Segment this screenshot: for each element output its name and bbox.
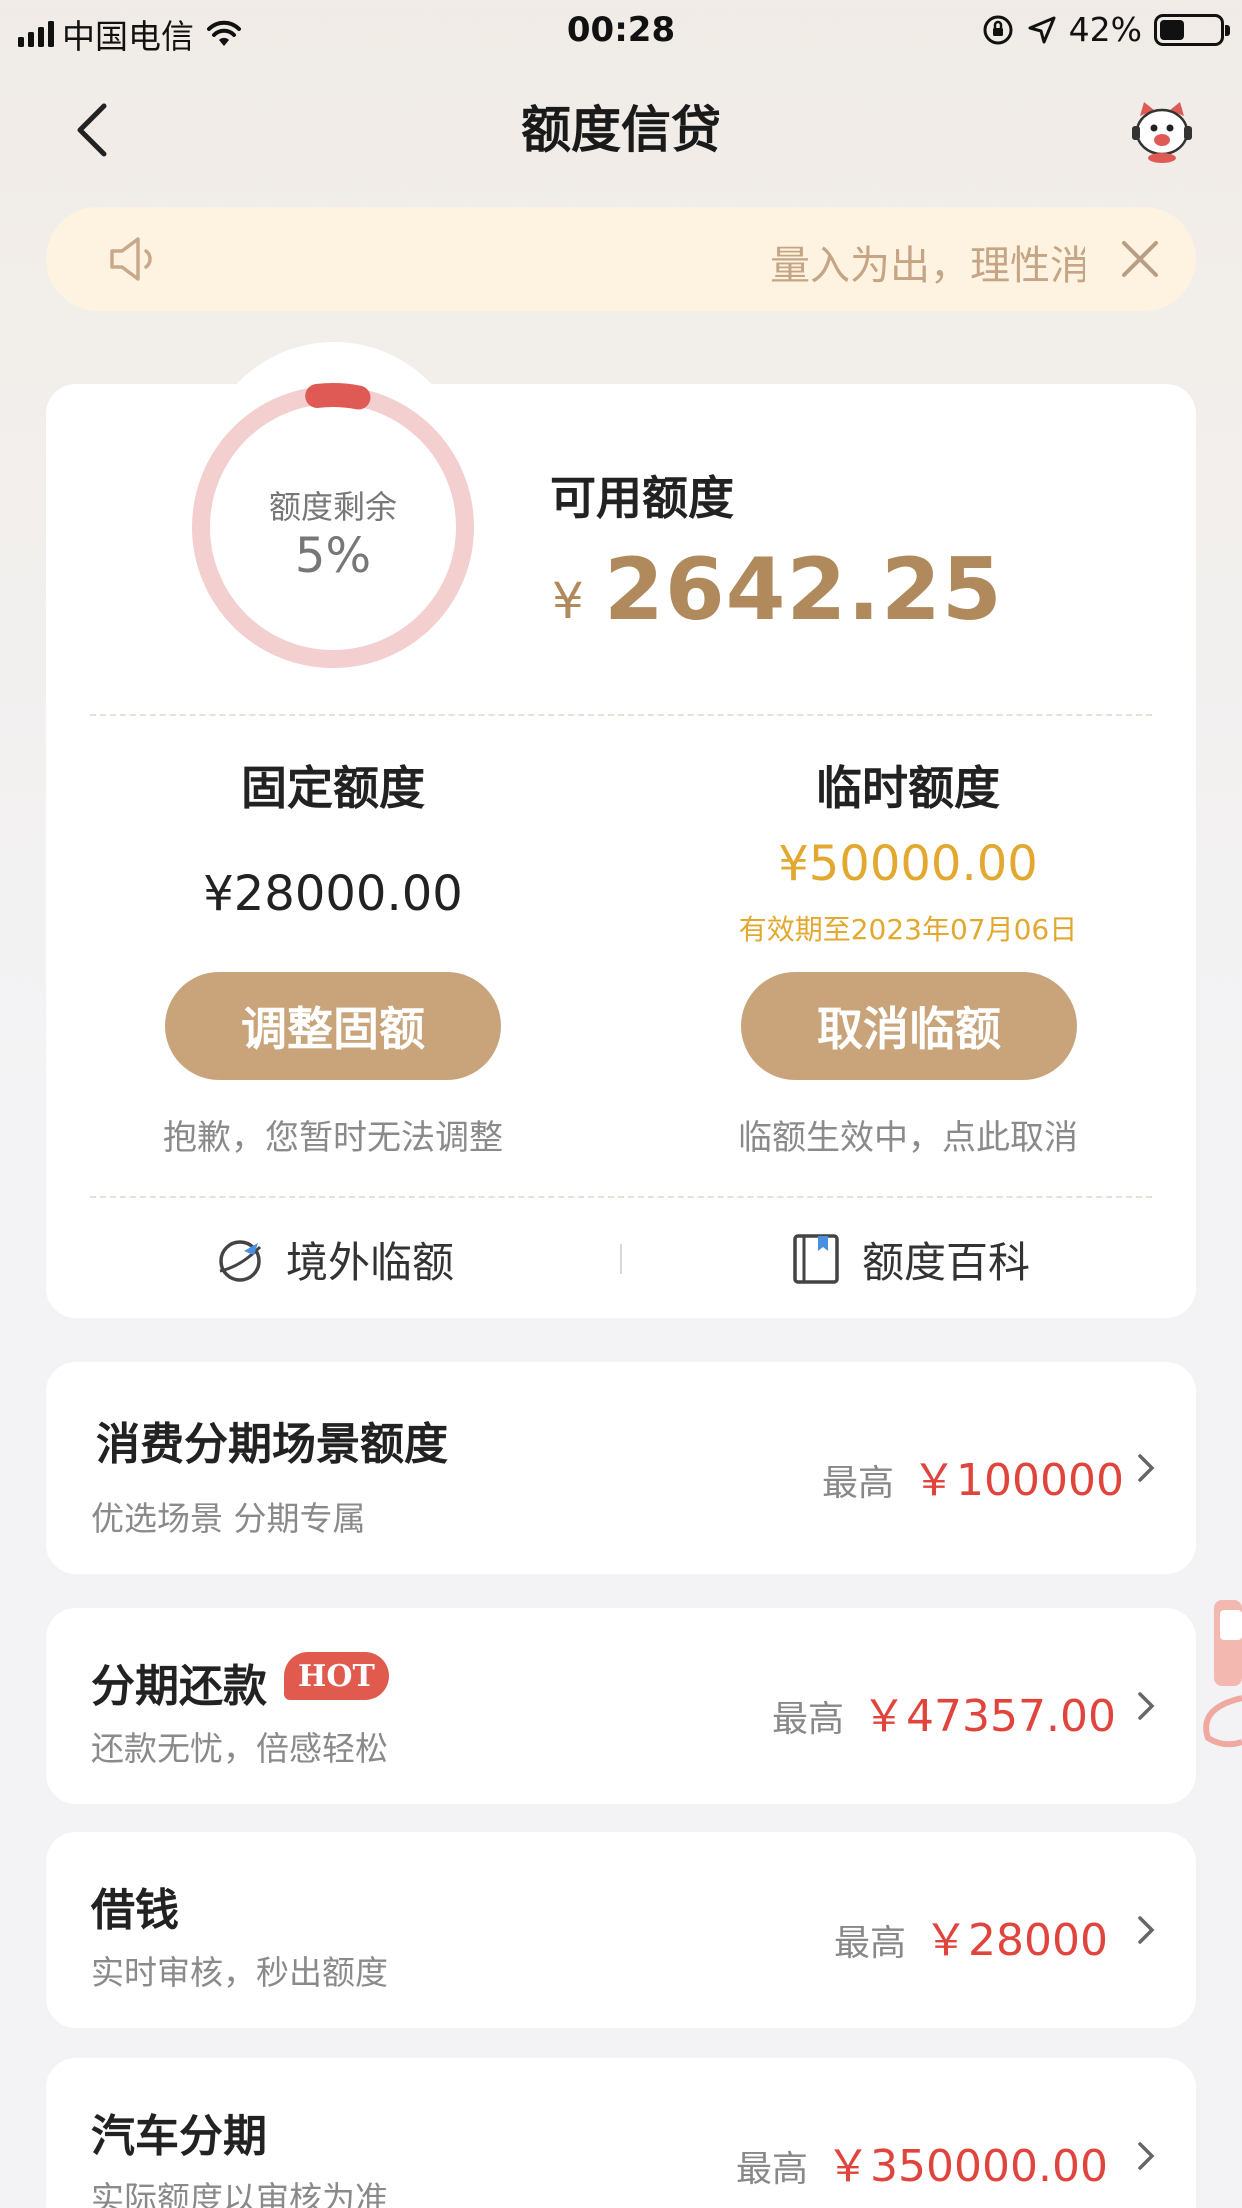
globe-plane-icon (219, 1240, 262, 1282)
battery-fill (1160, 19, 1185, 40)
divider-bottom (90, 1196, 1152, 1198)
overseas-temp-credit-link[interactable]: 境外临额 (214, 1226, 454, 1292)
list-item-car-installment[interactable]: 汽车分期 实际额度以审核为准 最高 ￥350000.00 (46, 2058, 1196, 2208)
ring-progress (305, 383, 371, 410)
page-title: 额度信贷 (521, 101, 721, 159)
chevron-right-icon (1138, 1454, 1155, 1482)
limit-prefix: 最高 (834, 1923, 907, 1964)
limit-amount: ￥350000.00 (826, 2141, 1108, 2192)
chevron-right-icon (1138, 2142, 1155, 2170)
temp-hint[interactable]: 临额生效中，点此取消 (698, 1110, 1118, 1159)
chevron-right-icon (1138, 1916, 1155, 1944)
link-divider (620, 1244, 622, 1274)
notice-text: 量入为出，理性消费 (770, 243, 1085, 289)
available-credit-label: 可用额度 (550, 471, 734, 525)
credit-wiki-link[interactable]: 额度百科 (790, 1226, 1030, 1292)
cancel-temp-button[interactable]: 取消临额 (741, 972, 1077, 1080)
limit-prefix: 最高 (736, 2149, 809, 2190)
chevron-right-icon (1138, 1692, 1155, 1720)
list-item-limit: 最高 ￥47357.00 (772, 1680, 1116, 1744)
hot-badge: HOT (284, 1652, 389, 1700)
limit-amount: ￥47357.00 (862, 1691, 1116, 1742)
available-currency: ¥ (552, 572, 584, 630)
list-item-consumer-installment[interactable]: 消费分期场景额度 优选场景 分期专属 最高 ￥100000 (46, 1362, 1196, 1574)
mascot-icon[interactable] (1126, 94, 1198, 166)
battery-percent: 42% (1068, 10, 1142, 49)
ring-value: 5% (294, 528, 372, 584)
list-item-subtitle: 实时审核，秒出额度 (91, 1953, 388, 1992)
wiki-link-label: 额度百科 (862, 1237, 1031, 1287)
status-bar: 中国电信 00:28 42% (0, 0, 1242, 62)
list-item-borrow-money[interactable]: 借钱 实时审核，秒出额度 最高 ￥28000 (46, 1832, 1196, 2028)
temp-credit-amount: ¥50000.00 (778, 836, 1038, 892)
adjust-fixed-button[interactable]: 调整固额 (165, 972, 501, 1080)
list-item-title: 汽车分期 (91, 2111, 267, 2162)
limit-prefix: 最高 (822, 1463, 895, 1504)
speaker-icon (110, 237, 152, 281)
available-credit-amount: 2642.25 (604, 540, 1003, 640)
overseas-link-label: 境外临额 (286, 1237, 455, 1287)
fixed-credit-amount: ¥28000.00 (203, 866, 463, 922)
book-icon (793, 1234, 839, 1284)
ring-label: 额度剩余 (268, 488, 397, 526)
list-item-title: 消费分期场景额度 (96, 1419, 448, 1470)
list-item-installment-repay[interactable]: 分期还款 HOT 还款无忧，倍感轻松 最高 ￥47357.00 (46, 1608, 1196, 1804)
list-item-subtitle: 实际额度以审核为准 (91, 2179, 388, 2208)
list-item-limit: 最高 ￥350000.00 (736, 2130, 1108, 2194)
list-item-limit: 最高 ￥100000 (822, 1444, 1124, 1508)
list-item-subtitle: 还款无忧，倍感轻松 (91, 1729, 388, 1768)
list-item-limit: 最高 ￥28000 (834, 1904, 1108, 1968)
limit-amount: ￥100000 (912, 1455, 1124, 1506)
nav-bar: 额度信贷 (0, 62, 1242, 192)
list-item-title: 分期还款 (91, 1661, 267, 1712)
rotation-lock-icon (983, 15, 1013, 44)
list-item-subtitle: 优选场景 分期专属 (91, 1499, 366, 1538)
divider-top (90, 714, 1152, 716)
temp-credit-expiry: 有效期至2023年07月06日 (738, 913, 1078, 946)
temp-credit-title: 临时额度 (816, 761, 1000, 815)
close-icon[interactable] (1118, 237, 1162, 281)
battery-icon (1154, 13, 1230, 46)
fixed-credit-title: 固定额度 (241, 761, 425, 815)
notice-banner[interactable]: 量入为出，理性消费 (46, 207, 1196, 311)
list-item-title: 借钱 (91, 1885, 179, 1936)
status-right: 42% (981, 10, 1230, 49)
fixed-hint: 抱歉，您暂时无法调整 (163, 1118, 503, 1158)
location-icon (1028, 16, 1056, 43)
limit-amount: ￥28000 (924, 1915, 1108, 1966)
floating-promo-icon[interactable] (1194, 1598, 1242, 1748)
limit-prefix: 最高 (772, 1699, 845, 1740)
